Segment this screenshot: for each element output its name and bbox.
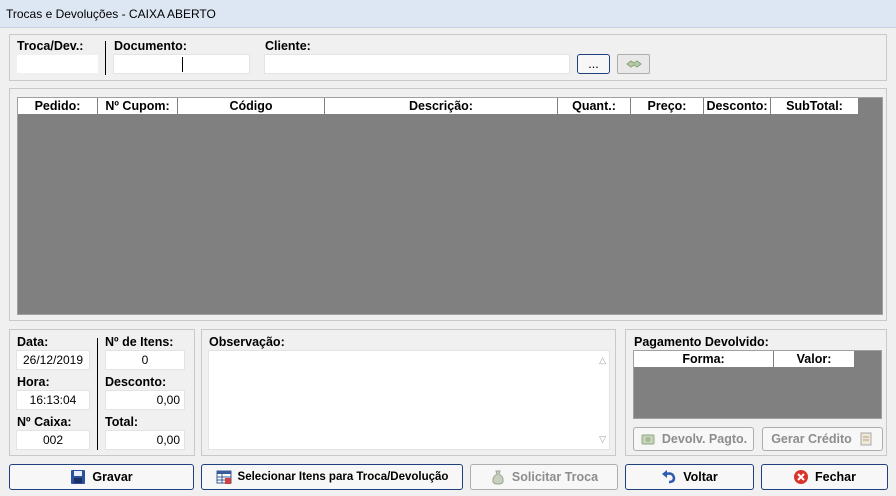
header-panel: Troca/Dev.: Documento: Cliente: ... — [9, 34, 887, 81]
col-quant[interactable]: Quant.: — [558, 98, 631, 115]
scroll-up-icon[interactable]: △ — [599, 355, 606, 366]
gerar-credito-button[interactable]: Gerar Crédito — [762, 427, 883, 451]
close-icon — [794, 470, 808, 484]
devolv-pagto-label: Devolv. Pagto. — [661, 432, 748, 446]
col-desconto[interactable]: Desconto: — [704, 98, 771, 115]
desconto-field[interactable]: 0,00 — [105, 390, 185, 410]
col-cupom[interactable]: Nº Cupom: — [98, 98, 178, 115]
col-codigo[interactable]: Código — [178, 98, 325, 115]
troca-label: Troca/Dev.: — [17, 39, 84, 53]
col-pedido[interactable]: Pedido: — [18, 98, 98, 115]
observacao-textarea[interactable]: △ ▽ — [208, 350, 610, 450]
selecionar-itens-button[interactable]: Selecionar Itens para Troca/Devolução — [201, 464, 463, 490]
voltar-label: Voltar — [683, 470, 718, 484]
caixa-label: Nº Caixa: — [17, 415, 72, 429]
observacao-label: Observação: — [209, 335, 285, 349]
col-descricao[interactable]: Descrição: — [325, 98, 558, 115]
hora-label: Hora: — [17, 375, 50, 389]
info-panel: Data: 26/12/2019 Hora: 16:13:04 Nº Caixa… — [9, 329, 195, 456]
money-bag-icon — [492, 470, 504, 485]
info-separator — [97, 338, 98, 450]
selecionar-itens-label: Selecionar Itens para Troca/Devolução — [237, 471, 449, 483]
itens-field[interactable]: 0 — [105, 350, 185, 370]
notepad-icon — [860, 432, 872, 446]
pagamento-grid-header: Forma: Valor: — [634, 351, 855, 368]
total-field[interactable]: 0,00 — [105, 430, 185, 450]
gravar-button[interactable]: Gravar — [9, 464, 194, 490]
handshake-icon — [625, 60, 642, 68]
items-grid[interactable]: Pedido: Nº Cupom: Código Descrição: Quan… — [17, 97, 883, 315]
grid-select-icon — [216, 470, 232, 484]
devolv-pagto-button[interactable]: Devolv. Pagto. — [633, 427, 754, 451]
text-cursor — [182, 57, 183, 72]
itens-label: Nº de Itens: — [105, 335, 174, 349]
col-valor[interactable]: Valor: — [774, 351, 855, 368]
fechar-label: Fechar — [815, 470, 856, 484]
troca-field[interactable] — [16, 54, 99, 74]
data-label: Data: — [17, 335, 49, 349]
col-subtotal[interactable]: SubTotal: — [771, 98, 859, 115]
caixa-field[interactable]: 002 — [16, 430, 90, 450]
observacao-panel: Observação: △ ▽ — [201, 329, 616, 456]
fechar-button[interactable]: Fechar — [761, 464, 888, 490]
desconto-label: Desconto: — [105, 375, 167, 389]
money-icon — [641, 434, 655, 445]
cliente-action-button[interactable] — [617, 54, 650, 74]
pagamento-panel: Pagamento Devolvido: Forma: Valor: Devol… — [625, 329, 887, 456]
voltar-button[interactable]: Voltar — [625, 464, 754, 490]
total-label: Total: — [105, 415, 139, 429]
scroll-down-icon[interactable]: ▽ — [599, 434, 606, 445]
cliente-field[interactable] — [264, 54, 570, 74]
browse-label: ... — [588, 57, 599, 71]
documento-label: Documento: — [114, 39, 187, 53]
col-preco[interactable]: Preço: — [631, 98, 704, 115]
title-bar: Trocas e Devoluções - CAIXA ABERTO — [0, 0, 896, 28]
undo-arrow-icon — [662, 470, 676, 484]
solicitar-troca-label: Solicitar Troca — [511, 470, 599, 484]
browse-cliente-button[interactable]: ... — [577, 54, 610, 74]
gravar-label: Gravar — [92, 470, 133, 484]
items-panel: Pedido: Nº Cupom: Código Descrição: Quan… — [9, 88, 887, 321]
solicitar-troca-button[interactable]: Solicitar Troca — [470, 464, 618, 490]
grid-header: Pedido: Nº Cupom: Código Descrição: Quan… — [18, 98, 859, 115]
documento-field[interactable] — [113, 54, 250, 74]
hora-field[interactable]: 16:13:04 — [16, 390, 90, 410]
data-field[interactable]: 26/12/2019 — [16, 350, 90, 370]
gerar-credito-label: Gerar Crédito — [771, 432, 852, 446]
cliente-label: Cliente: — [265, 39, 311, 53]
col-forma[interactable]: Forma: — [634, 351, 774, 368]
separator — [105, 41, 106, 75]
save-icon — [71, 470, 86, 484]
pagamento-grid[interactable]: Forma: Valor: — [633, 350, 882, 419]
window-title: Trocas e Devoluções - CAIXA ABERTO — [6, 7, 216, 21]
pagamento-label: Pagamento Devolvido: — [634, 335, 769, 349]
